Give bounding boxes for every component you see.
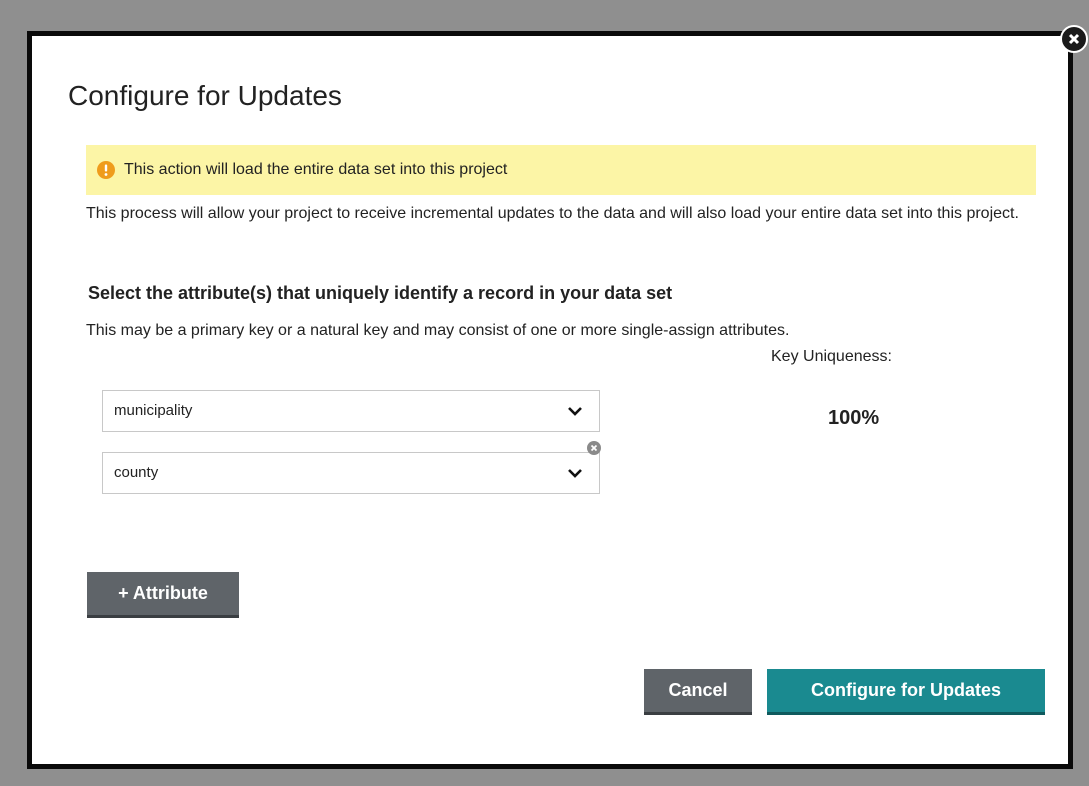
configure-updates-button[interactable]: Configure for Updates bbox=[767, 669, 1045, 715]
attributes-section-title: Select the attribute(s) that uniquely id… bbox=[88, 283, 673, 303]
configure-updates-dialog: Configure for Updates This action will l… bbox=[27, 31, 1073, 769]
attribute-select-2[interactable]: county bbox=[102, 452, 600, 494]
warning-banner: This action will load the entire data se… bbox=[86, 145, 1036, 195]
attribute-select-value: county bbox=[114, 464, 159, 481]
dialog-description: This process will allow your project to … bbox=[86, 205, 1019, 222]
add-attribute-button[interactable]: + Attribute bbox=[87, 572, 239, 618]
key-uniqueness-value: 100% bbox=[828, 407, 880, 429]
key-uniqueness-label: Key Uniqueness: bbox=[771, 348, 892, 365]
chevron-down-icon bbox=[567, 466, 583, 484]
attribute-select-value: municipality bbox=[114, 402, 193, 419]
warning-text: This action will load the entire data se… bbox=[124, 161, 508, 178]
close-icon[interactable] bbox=[1060, 25, 1088, 53]
attributes-section-desc: This may be a primary key or a natural k… bbox=[86, 322, 790, 339]
remove-attribute-icon[interactable] bbox=[587, 441, 601, 455]
warning-icon bbox=[97, 161, 115, 179]
cancel-button[interactable]: Cancel bbox=[644, 669, 752, 715]
attribute-select-1[interactable]: municipality bbox=[102, 390, 600, 432]
dialog-title: Configure for Updates bbox=[68, 80, 342, 111]
chevron-down-icon bbox=[567, 404, 583, 422]
